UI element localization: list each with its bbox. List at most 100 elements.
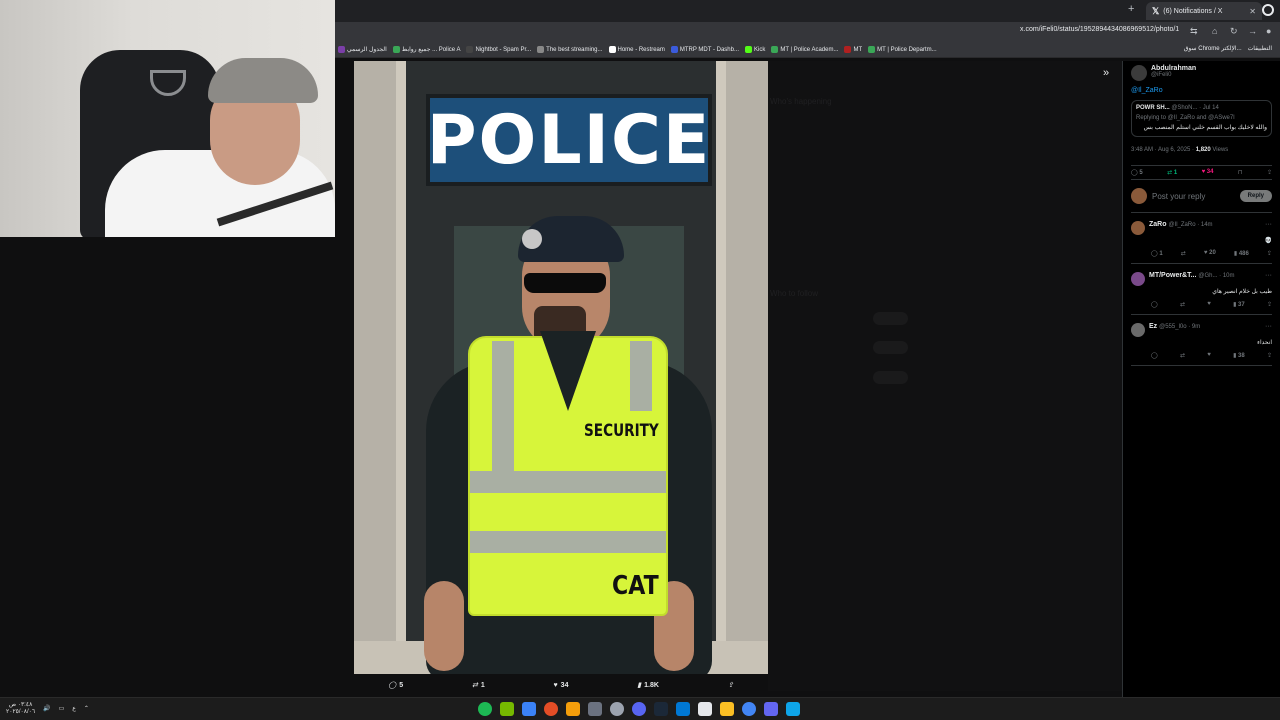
quoted-post[interactable]: POWR SH... @ShoN... · Jul 14 Replying to…: [1131, 100, 1272, 138]
bookmark-item[interactable]: Kick: [744, 46, 765, 53]
heart-button[interactable]: ♥ 20: [1204, 250, 1216, 257]
reply-button[interactable]: ◯: [1151, 352, 1158, 359]
reply-item[interactable]: ZaRo @Il_ZaRo · 14m ··· 💀 ◯ 1 ⇄ ♥ 20 ▮ 486 ⇪: [1131, 221, 1272, 265]
avatar[interactable]: [1131, 272, 1145, 287]
bookmark-item[interactable]: جميع روابط ... Police A: [392, 46, 460, 53]
address-bar[interactable]: x.com/iFeli0/status/1952894434086969512/…: [1020, 26, 1179, 33]
bookmark-item[interactable]: الجدول الرسمي: [338, 46, 387, 53]
bookmark-favicon-icon: [466, 46, 474, 53]
bookmark-icon[interactable]: ⊓: [1238, 169, 1243, 176]
avatar[interactable]: [1131, 221, 1145, 236]
views-button[interactable]: ▮ 37: [1233, 301, 1245, 308]
app-icon[interactable]: [588, 702, 602, 716]
reply-button[interactable]: ◯ 5: [1131, 169, 1143, 176]
mic-icon[interactable]: ●: [1266, 26, 1271, 36]
share-icon[interactable]: ⇪: [1267, 250, 1272, 257]
tab-title: (6) Notifications / X: [1163, 7, 1223, 15]
outlook-icon[interactable]: [676, 702, 690, 716]
share-icon[interactable]: ⇪: [1267, 169, 1272, 176]
vest-stripe: [470, 531, 666, 553]
quote-text: والله لاخليك بواب القسم خلني استلم المنص…: [1143, 125, 1267, 131]
bookmark-item[interactable]: MT | Police Academ...: [771, 46, 838, 53]
views-button[interactable]: ▮ 486: [1234, 250, 1249, 257]
home-icon[interactable]: ⌂: [1212, 26, 1217, 36]
avatar[interactable]: [1131, 65, 1147, 81]
app-icon[interactable]: [544, 702, 558, 716]
app-icon[interactable]: [522, 702, 536, 716]
speaker-icon[interactable]: 🔊: [43, 705, 50, 712]
heart-button[interactable]: ♥: [1207, 301, 1211, 308]
photo-like-button[interactable]: ♥ 34: [554, 678, 569, 692]
more-options-icon[interactable]: ···: [1265, 323, 1272, 330]
forward-icon[interactable]: →: [1248, 26, 1257, 36]
tab-close-icon[interactable]: ✕: [1249, 7, 1256, 16]
photo-share-button[interactable]: ⇪: [728, 678, 734, 692]
mention-link[interactable]: @Il_ZaRo: [1131, 87, 1272, 94]
reply-input[interactable]: Post your reply: [1152, 192, 1235, 201]
bookmark-item[interactable]: The best streaming...: [537, 46, 603, 53]
reply-submit-button[interactable]: Reply: [1239, 190, 1272, 203]
folder-icon[interactable]: [720, 702, 734, 716]
more-options-icon[interactable]: ···: [1265, 272, 1272, 279]
quote-reply-to: Replying to @Il_ZaRo and @ASwe7l: [1136, 115, 1235, 121]
new-tab-button[interactable]: +: [1128, 3, 1134, 15]
post-stats-bar: ◯ 5 ⇄ 1 ♥ 34 ⊓ ⇪: [1131, 165, 1272, 181]
x-logo-icon: 𝕏: [1152, 5, 1160, 16]
app-icon[interactable]: [764, 702, 778, 716]
ghost-follow-button: [873, 341, 908, 354]
chrome-icon[interactable]: [742, 702, 756, 716]
reply-author-handle: @555_l0o · 9m: [1159, 324, 1201, 331]
windows-icon[interactable]: [786, 702, 800, 716]
language-indicator[interactable]: ع: [72, 705, 76, 712]
app-icon[interactable]: [698, 702, 712, 716]
vest-stripe: [492, 341, 514, 471]
photo-repost-button[interactable]: ⇄ 1: [472, 678, 485, 692]
repost-button[interactable]: ⇄: [1180, 301, 1185, 308]
discord-icon[interactable]: [632, 702, 646, 716]
profile-icon[interactable]: [1262, 4, 1274, 16]
repost-button[interactable]: ⇄: [1180, 352, 1185, 359]
bookmark-item[interactable]: MT: [844, 46, 862, 53]
photo-reply-button[interactable]: ◯ 5: [388, 678, 403, 692]
spotify-icon[interactable]: [478, 702, 492, 716]
avatar: [1131, 188, 1147, 205]
steam-icon[interactable]: [654, 702, 668, 716]
reply-stat-count: 20: [1209, 250, 1216, 257]
app-icon[interactable]: [566, 702, 580, 716]
heart-button[interactable]: ♥: [1207, 352, 1211, 359]
bookmark-item[interactable]: MT | Police Departm...: [868, 46, 937, 53]
photo-like-count: 34: [560, 681, 569, 689]
bookmark-label: MT | Police Departm...: [877, 46, 937, 53]
reload-icon[interactable]: ↻: [1230, 26, 1238, 37]
battery-icon[interactable]: ▭: [59, 705, 65, 712]
repost-button[interactable]: ⇄ 1: [1167, 169, 1177, 176]
reply-item[interactable]: MT/Power&T... @Gh... · 10m ··· طيب بل خلام…: [1131, 272, 1272, 316]
avatar[interactable]: [1131, 323, 1145, 338]
post-photo[interactable]: POLICE SECURITY CAT: [354, 61, 768, 674]
reply-button[interactable]: ◯ 1: [1151, 250, 1163, 257]
post-author[interactable]: Abdulrahman @iFeli0: [1131, 65, 1272, 81]
clock[interactable]: ٠٣:٤٨ ص ٢٠٢٥/٠٨/٠٦: [6, 702, 35, 715]
more-options-icon[interactable]: ···: [1265, 221, 1272, 228]
like-button[interactable]: ♥ 34: [1202, 169, 1214, 176]
views-button[interactable]: ▮ 38: [1233, 352, 1245, 359]
bookmark-item[interactable]: Nightbot - Spam Pr...: [466, 46, 531, 53]
bookmark-item[interactable]: MTRP MDT - Dashb...: [670, 46, 739, 53]
bookmark-item[interactable]: التطبيقات: [1248, 45, 1272, 52]
collapse-panel-icon[interactable]: »: [1103, 67, 1109, 79]
nvidia-icon[interactable]: [500, 702, 514, 716]
repost-button[interactable]: ⇄: [1181, 250, 1186, 257]
ghost-heading-follow: Who to follow: [770, 289, 819, 298]
page-background: [768, 61, 1122, 691]
browser-tab-notifications[interactable]: 𝕏 (6) Notifications / X ✕: [1146, 2, 1262, 20]
share-icon[interactable]: ⇆: [1190, 26, 1198, 37]
reply-button[interactable]: ◯: [1151, 301, 1158, 308]
bookmark-item[interactable]: Home - Restream: [608, 46, 665, 53]
photo-views-button[interactable]: ▮ 1.8K: [637, 678, 659, 692]
bookmark-item[interactable]: سوق Chrome الإلكتر...: [1184, 45, 1242, 52]
chevron-up-icon[interactable]: ⌃: [84, 705, 89, 712]
share-icon[interactable]: ⇪: [1267, 352, 1272, 359]
settings-icon[interactable]: [610, 702, 624, 716]
reply-item[interactable]: Ez @555_l0o · 9m ··· انحداء ◯ ⇄ ♥ ▮ 38 ⇪: [1131, 323, 1272, 367]
share-icon[interactable]: ⇪: [1267, 301, 1272, 308]
